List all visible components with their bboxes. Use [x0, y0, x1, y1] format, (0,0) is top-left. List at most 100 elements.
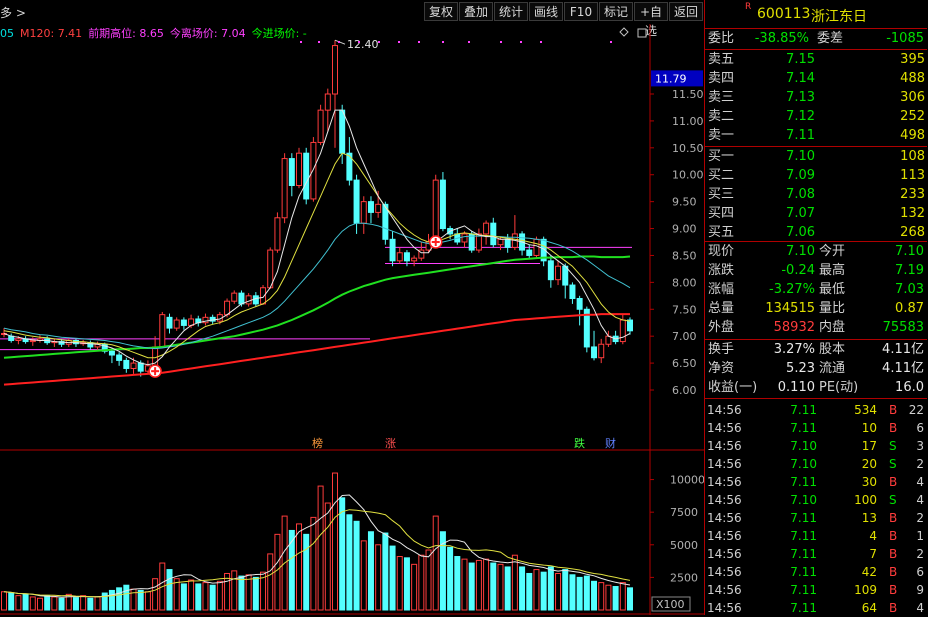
volume-bar [526, 572, 533, 611]
volume-bar [29, 596, 36, 611]
volume-bar [353, 520, 360, 611]
candle-body [432, 179, 439, 243]
candle-body [274, 217, 281, 251]
candle-body [526, 249, 533, 256]
volume-bar [288, 529, 295, 611]
tick-price: 7.11 [790, 403, 817, 417]
volume-bar [58, 597, 65, 611]
tick-side: B [889, 547, 898, 561]
bid-row-3[interactable]: 买三 7.08 233 [705, 186, 927, 204]
candle-body [324, 93, 331, 111]
bid-row-5[interactable]: 买五 7.06 268 [705, 224, 927, 242]
quote-volume: 233 [900, 187, 925, 202]
quote-price: 7.12 [786, 109, 815, 124]
candle-body [331, 45, 338, 95]
volume-bar [411, 563, 418, 611]
volume-bar [375, 544, 382, 611]
candle-body [461, 233, 468, 243]
kline-chart[interactable]: 11.50 11.00 10.50 10.00 9.50 9.00 8.50 8.00 7.50… [0, 24, 704, 615]
legend-item-0: 05 [0, 27, 14, 40]
tick-time: 14:56 [707, 583, 742, 597]
tick-side: S [889, 457, 897, 471]
tick-price: 7.11 [790, 421, 817, 435]
ask-row-5[interactable]: 卖五 7.15 395 [705, 51, 927, 69]
tick-row[interactable]: 14:56 7.10 20 S 2 [705, 455, 927, 473]
price-tick-label: 9.00 [672, 223, 697, 236]
bid-row-4[interactable]: 买四 7.07 132 [705, 205, 927, 223]
legend-item-1: M120: 7.41 [20, 27, 83, 40]
signal-dot [398, 41, 400, 43]
volume-bar [612, 586, 619, 611]
overlay-button[interactable]: 叠加 [459, 2, 493, 21]
volume-bar [108, 589, 115, 611]
price-tick-label: 7.50 [672, 303, 697, 316]
signal-dot [358, 41, 360, 43]
tick-row[interactable]: 14:56 7.11 42 B 6 [705, 563, 927, 581]
tick-time: 14:56 [707, 547, 742, 561]
tick-row[interactable]: 14:56 7.11 10 B 6 [705, 419, 927, 437]
candle-body [130, 362, 137, 369]
tick-count: 1 [916, 529, 924, 543]
quote-volume: 498 [900, 128, 925, 143]
tick-row[interactable]: 14:56 7.10 100 S 4 [705, 491, 927, 509]
volume-bar [15, 595, 22, 611]
quote-price: 7.11 [786, 128, 815, 143]
ask-row-2[interactable]: 卖二 7.12 252 [705, 108, 927, 126]
chart-toolbar: 多 > 复权 叠加 统计 画线 F10 标记 +自选 返回 [0, 0, 704, 38]
volume-bar [180, 583, 187, 611]
add-watchlist-button[interactable]: +自选 [634, 2, 668, 38]
tick-volume: 30 [861, 475, 877, 489]
candle-body [310, 141, 317, 200]
tick-row[interactable]: 14:56 7.11 4 B 1 [705, 527, 927, 545]
tick-time: 14:56 [707, 403, 742, 417]
indicator-legend: 05 M120: 7.41 前期高位: 8.65 今离场价: 7.04 今进场价: - [0, 25, 313, 41]
volume-bar [461, 558, 468, 611]
stat-label-2: 量比 [819, 301, 846, 316]
stat-row-1: 涨跌 -0.24 最高 7.19 [705, 262, 927, 280]
volume-bar [252, 576, 259, 611]
volume-bar [389, 545, 396, 611]
volume-bar [583, 575, 590, 611]
bid-row-1[interactable]: 买一 7.10 108 [705, 148, 927, 166]
volume-bar [188, 579, 195, 611]
tick-row[interactable]: 14:56 7.10 17 S 3 [705, 437, 927, 455]
tick-row[interactable]: 14:56 7.11 30 B 4 [705, 473, 927, 491]
tick-price: 7.10 [790, 457, 817, 471]
quote-price: 7.13 [786, 90, 815, 105]
fund-row-1: 净资 5.23 流通 4.11亿 [705, 360, 927, 378]
stat-value: 134515 [765, 301, 815, 316]
legend-item-2: 前期高位: 8.65 [88, 27, 164, 40]
stat-value-2: 7.10 [895, 244, 924, 259]
f10-button[interactable]: F10 [564, 2, 598, 21]
tick-count: 6 [916, 421, 924, 435]
tick-row[interactable]: 14:56 7.11 534 B 22 [705, 401, 927, 419]
price-tick-label: 7.00 [672, 330, 697, 343]
ask-row-1[interactable]: 卖一 7.11 498 [705, 127, 927, 145]
mark-button[interactable]: 标记 [599, 2, 633, 21]
bid-row-2[interactable]: 买二 7.09 113 [705, 167, 927, 185]
volume-bar [116, 587, 123, 611]
volume-bar [72, 597, 79, 611]
tick-volume: 17 [861, 439, 877, 453]
tick-row[interactable]: 14:56 7.11 64 B 4 [705, 599, 927, 617]
statistics-button[interactable]: 统计 [494, 2, 528, 21]
volume-bar [598, 582, 605, 611]
stat-value-2: 16.0 [895, 380, 924, 395]
volume-bar [346, 514, 353, 611]
tick-row[interactable]: 14:56 7.11 109 B 9 [705, 581, 927, 599]
signal-dot [418, 41, 420, 43]
candle-body [288, 158, 295, 186]
tick-count: 2 [916, 511, 924, 525]
back-button[interactable]: 返回 [669, 2, 703, 21]
tick-time: 14:56 [707, 457, 742, 471]
stat-value: -0.24 [781, 263, 815, 278]
draw-line-button[interactable]: 画线 [529, 2, 563, 21]
stat-label-2: 今开 [819, 244, 846, 259]
ask-row-4[interactable]: 卖四 7.14 488 [705, 70, 927, 88]
volume-tick-label: 10000 [670, 474, 704, 487]
tick-row[interactable]: 14:56 7.11 7 B 2 [705, 545, 927, 563]
tick-row[interactable]: 14:56 7.11 13 B 2 [705, 509, 927, 527]
tick-count: 6 [916, 565, 924, 579]
fuquan-button[interactable]: 复权 [424, 2, 458, 21]
ask-row-3[interactable]: 卖三 7.13 306 [705, 89, 927, 107]
